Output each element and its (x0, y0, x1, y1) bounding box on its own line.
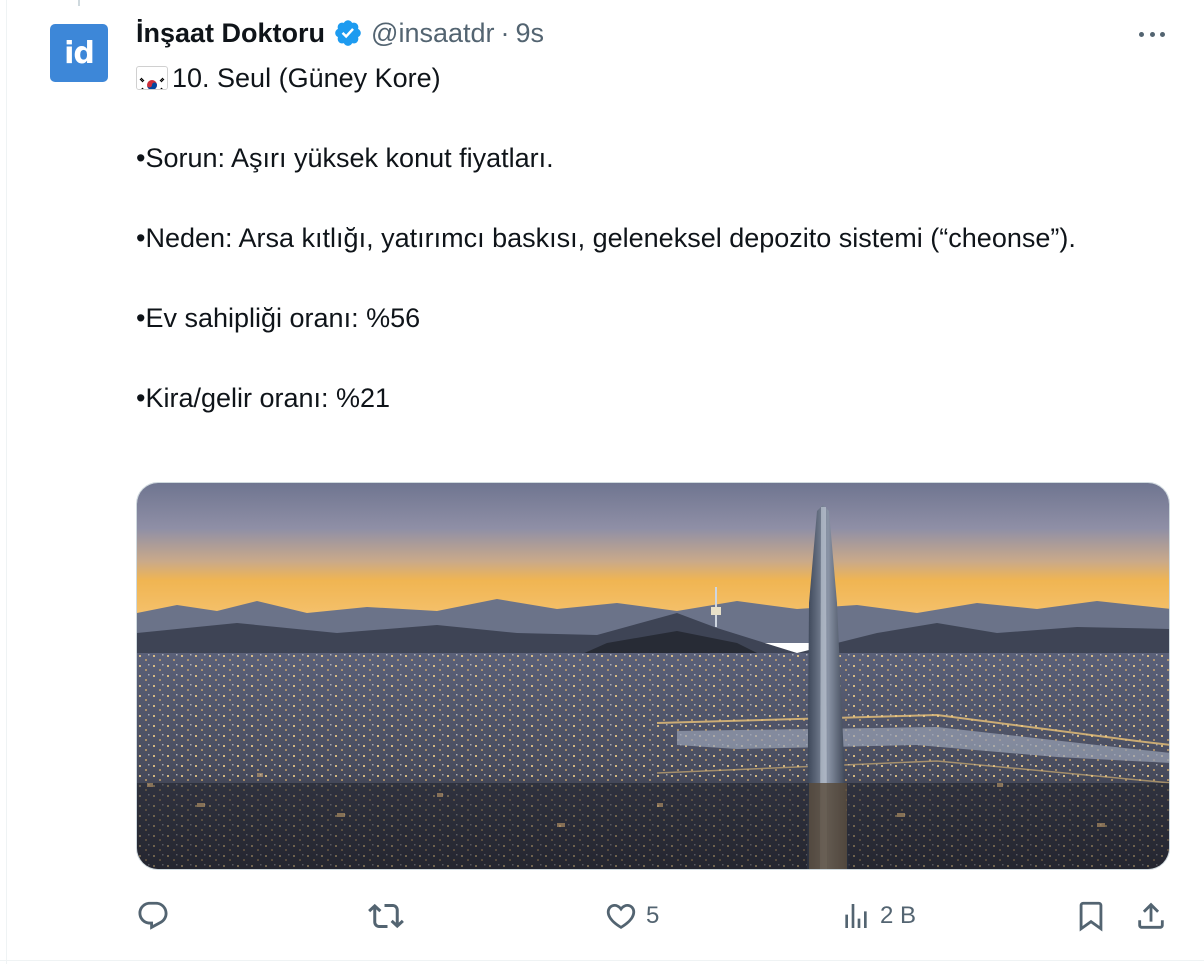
avatar[interactable]: id (50, 24, 108, 82)
tweet-line-problem: •Sorun: Aşırı yüksek konut fiyatları. (136, 143, 554, 173)
like-count: 5 (646, 902, 660, 929)
reply-button[interactable] (136, 896, 178, 936)
author-handle[interactable]: @insaatdr (371, 18, 494, 49)
timeline-border (6, 0, 7, 964)
tweet-timestamp[interactable]: 9s (516, 18, 545, 49)
retweet-icon (368, 898, 404, 934)
bookmark-button[interactable] (1074, 896, 1108, 936)
tweet-line-reason: •Neden: Arsa kıtlığı, yatırımcı baskısı,… (136, 223, 1076, 253)
avatar-logo-text: id (64, 35, 95, 71)
tweet-line-rent-income: •Kira/gelir oranı: %21 (136, 383, 391, 413)
analytics-icon (840, 900, 872, 932)
views-button[interactable]: 2 B (840, 896, 916, 936)
more-options-icon[interactable] (1136, 24, 1168, 44)
tweet-line-title: 10. Seul (Güney Kore) (136, 58, 1156, 98)
share-button[interactable] (1134, 896, 1168, 936)
bookmark-icon (1074, 899, 1108, 933)
reply-icon (136, 899, 170, 933)
tweet-line-homeownership: •Ev sahipliği oranı: %56 (136, 303, 421, 333)
tweet-divider (0, 960, 1204, 961)
like-button[interactable]: 5 (604, 896, 659, 936)
views-count: 2 B (880, 902, 917, 929)
retweet-button[interactable] (368, 896, 412, 936)
seoul-skyline-image (137, 483, 1169, 869)
tweet-actions-bar: 5 2 B (136, 896, 1170, 936)
tweet-text: 10. Seul (Güney Kore) •Sorun: Aşırı yüks… (136, 58, 1156, 418)
heart-icon (604, 899, 638, 933)
tweet-title-text: 10. Seul (Güney Kore) (172, 63, 441, 93)
author-display-name[interactable]: İnşaat Doktoru (136, 18, 325, 49)
header-separator: · (500, 17, 510, 48)
thread-connector-line (78, 0, 80, 6)
south-korea-flag-icon (136, 66, 168, 90)
tweet-photo[interactable] (136, 482, 1170, 870)
verified-badge-icon[interactable] (333, 18, 363, 48)
share-icon (1134, 899, 1168, 933)
tweet-header: İnşaat Doktoru @insaatdr · 9s (136, 16, 544, 50)
